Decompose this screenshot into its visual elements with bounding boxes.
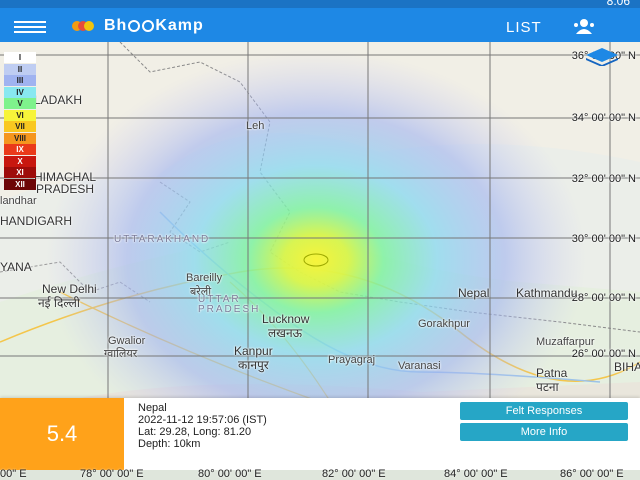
event-details: Nepal 2022-11-12 19:57:06 (IST) Lat: 29.…: [138, 402, 267, 450]
app-bar: Bh Kamp LIST: [0, 8, 640, 42]
intensity-level-xi: XI: [4, 167, 36, 178]
longitude-strip: 00" E 78° 00' 00" E 80° 00' 00" E 82° 00…: [0, 468, 640, 480]
event-depth: Depth: 10km: [138, 438, 201, 450]
place-label: पटना: [536, 380, 559, 394]
globe-icon: [142, 20, 155, 32]
place-label: PRADESH: [36, 182, 95, 196]
intensity-level-vi: VI: [4, 109, 36, 121]
more-info-button[interactable]: More Info: [460, 423, 628, 441]
globe-icon: [128, 20, 141, 32]
brand-name: Bh Kamp: [104, 17, 204, 35]
menu-icon[interactable]: [14, 18, 46, 34]
place-label: Kathmandu: [516, 286, 578, 300]
event-region: Nepal: [138, 402, 167, 414]
brand-part-b: Kamp: [155, 17, 204, 34]
intensity-level-iv: IV: [4, 86, 36, 98]
intensity-level-x: X: [4, 155, 36, 167]
place-label: HANDIGARH: [0, 214, 73, 228]
place-label: BIHA: [614, 360, 640, 374]
felt-responses-button[interactable]: Felt Responses: [460, 402, 628, 420]
latitude-label: 34° 00' 00" N: [571, 112, 636, 124]
intensity-level-viii: VIII: [4, 132, 36, 144]
place-label: ग्वालियर: [104, 348, 138, 360]
latitude-label: 30° 00' 00" N: [571, 233, 636, 245]
layers-icon[interactable]: [586, 48, 618, 66]
region-label: PRADESH: [198, 304, 261, 315]
latitude-label: 28° 00' 00" N: [571, 292, 636, 304]
longitude-label: 82° 00' 00" E: [322, 468, 386, 480]
latitude-label: 32° 00' 00" N: [571, 173, 636, 185]
longitude-label: 00" E: [0, 468, 27, 480]
intensity-level-xii: XII: [4, 178, 36, 190]
place-label: Gorakhpur: [418, 318, 470, 330]
event-coordinates: Lat: 29.28, Long: 81.20: [138, 426, 252, 438]
app-logo: Bh Kamp: [72, 16, 204, 36]
region-label: UTTARAKHAND: [114, 234, 211, 245]
longitude-label: 80° 00' 00" E: [198, 468, 262, 480]
place-label: नई दिल्ली: [38, 296, 81, 310]
brand-part-a: Bh: [104, 17, 128, 34]
place-label: Muzaffarpur: [536, 336, 595, 348]
place-label: कानपुर: [238, 358, 269, 372]
status-bar: 8:06: [0, 0, 640, 8]
intensity-level-vii: VII: [4, 121, 36, 132]
user-location-icon[interactable]: [572, 18, 596, 34]
intensity-level-ii: II: [4, 63, 36, 75]
intensity-level-i: I: [4, 52, 36, 63]
logo-mark-icon: [72, 19, 94, 33]
intensity-level-v: V: [4, 98, 36, 109]
event-info-panel[interactable]: 5.4 Nepal 2022-11-12 19:57:06 (IST) Lat:…: [0, 398, 640, 470]
intensity-level-ix: IX: [4, 144, 36, 155]
status-time: 8:06: [606, 0, 630, 8]
place-label: Nepal: [458, 286, 490, 300]
place-label: landhar: [0, 195, 37, 207]
place-label: Leh: [246, 120, 265, 132]
intensity-level-iii: III: [4, 75, 36, 86]
event-datetime: 2022-11-12 19:57:06 (IST): [138, 414, 267, 426]
longitude-label: 84° 00' 00" E: [444, 468, 508, 480]
place-label: Varanasi: [398, 360, 441, 372]
magnitude-badge: 5.4: [0, 398, 124, 470]
list-button[interactable]: LIST: [506, 19, 542, 36]
place-label: Bareilly: [186, 272, 223, 284]
place-label: Prayagraj: [328, 354, 376, 366]
place-label: LADAKH: [34, 93, 83, 107]
intensity-legend: I II III IV V VI VII VIII IX X XI XII: [4, 52, 36, 190]
place-label: YANA: [0, 260, 32, 274]
place-label: लखनऊ: [268, 326, 303, 340]
latitude-label: 26° 00' 00" N: [571, 348, 636, 360]
longitude-label: 78° 00' 00" E: [80, 468, 144, 480]
longitude-label: 86° 00' 00" E: [560, 468, 624, 480]
